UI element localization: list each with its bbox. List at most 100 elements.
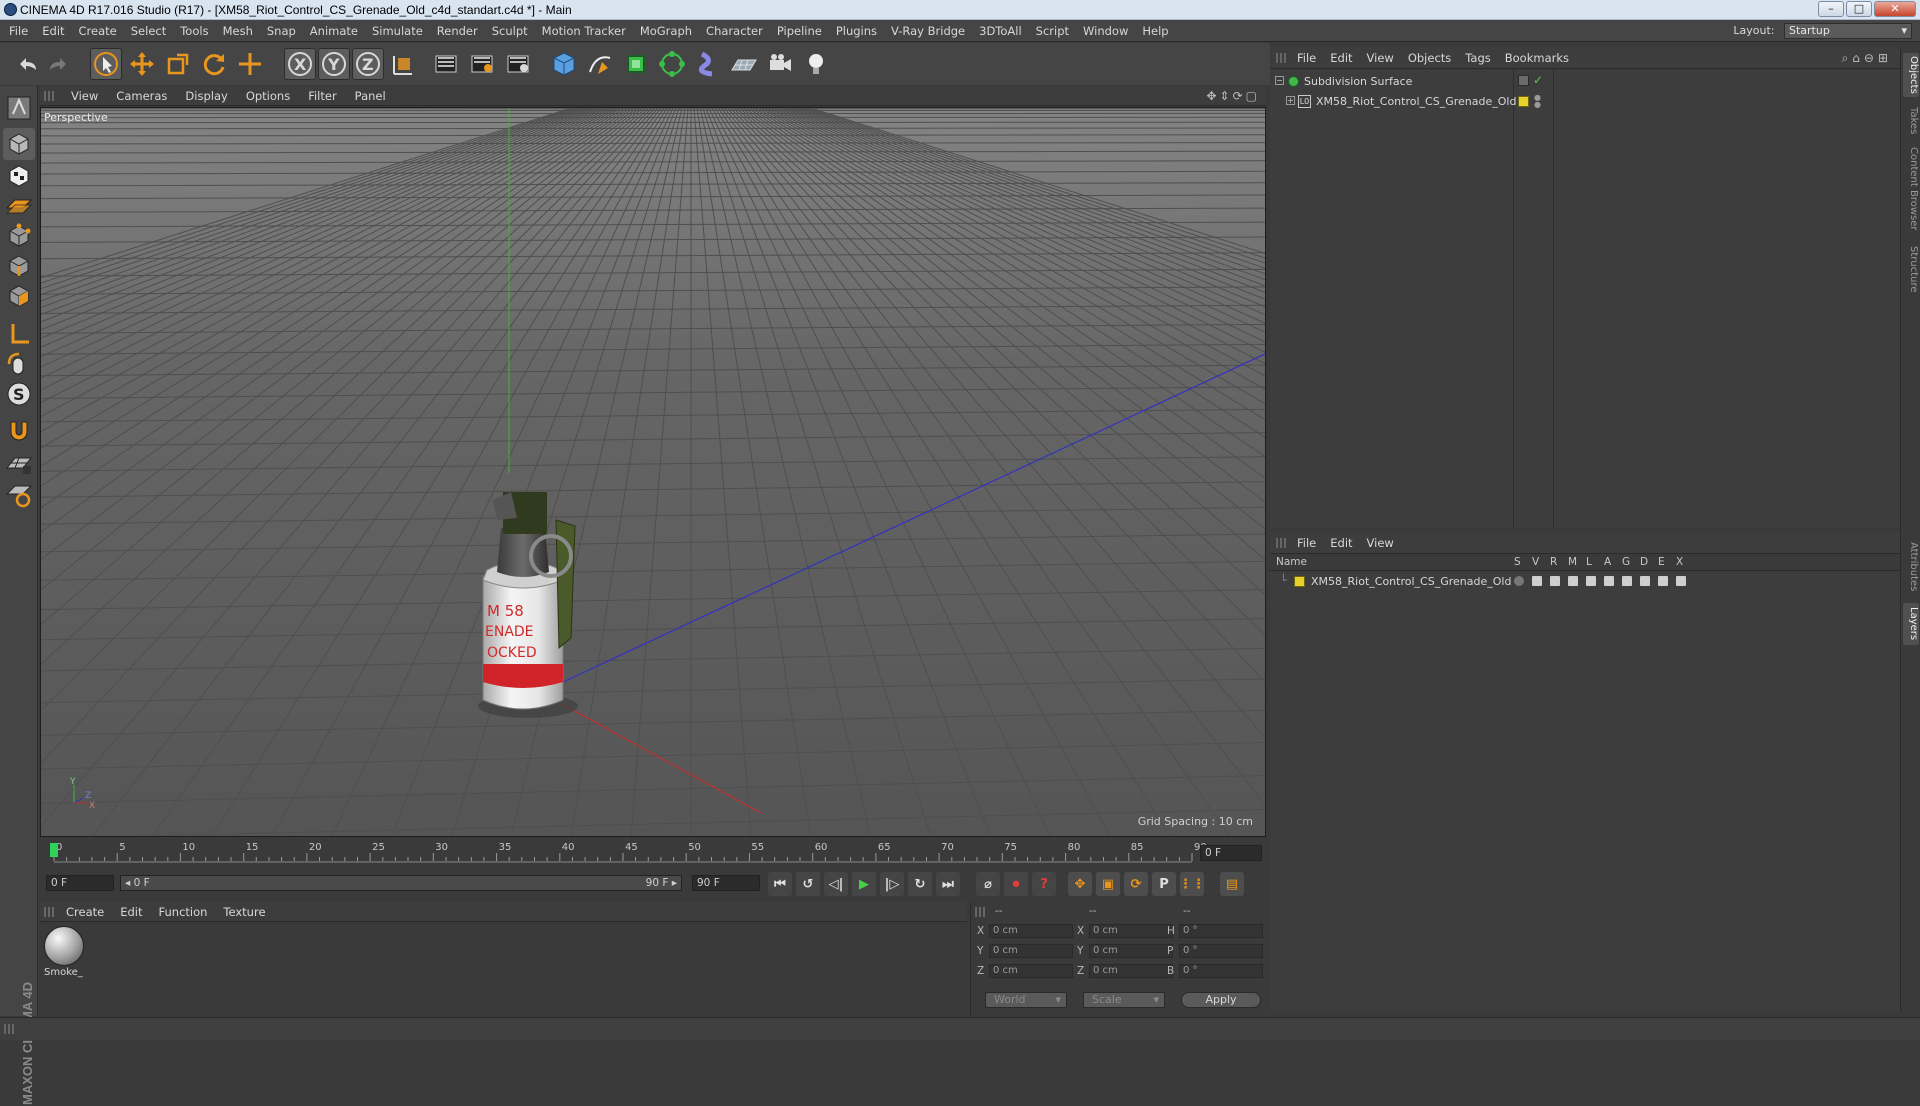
size-mode-dropdown[interactable]: Scale▾ (1083, 992, 1165, 1008)
step-back-button[interactable]: ◁| (824, 872, 848, 896)
layer-toggle-v-icon[interactable] (1532, 576, 1542, 586)
menu-create[interactable]: Create (72, 20, 124, 42)
camera-tool[interactable] (764, 48, 796, 80)
workplane-lock-button[interactable] (3, 478, 35, 510)
visibility-dots-icon[interactable] (1518, 75, 1529, 86)
object-row-grenade[interactable]: + L0 XM58_Riot_Control_CS_Grenade_Old ●● (1270, 92, 1900, 112)
menu-mograph[interactable]: MoGraph (633, 20, 699, 42)
menu-animate[interactable]: Animate (303, 20, 365, 42)
light-tool[interactable] (800, 48, 832, 80)
panel-grip-icon[interactable] (44, 907, 54, 917)
tab-structure[interactable]: Structure (1903, 241, 1919, 297)
menu-plugins[interactable]: Plugins (829, 20, 884, 42)
layer-row[interactable]: └ XM58_Riot_Control_CS_Grenade_Old (1270, 572, 1900, 592)
cube-tool[interactable] (548, 48, 580, 80)
layer-column-v[interactable]: V (1532, 556, 1539, 568)
layer-toggle-e-icon[interactable] (1658, 576, 1668, 586)
rotation-field[interactable]: 0 ° (1179, 924, 1263, 938)
viewport-menu-options[interactable]: Options (237, 86, 299, 106)
key-param-button[interactable]: P (1152, 872, 1176, 896)
object-row-subdivision-surface[interactable]: − Subdivision Surface ✓ (1270, 72, 1900, 92)
perspective-viewport[interactable]: M 58 ENADE OCKED Y Z X Perspective Grid … (40, 107, 1266, 837)
motion-record-button[interactable]: ⌀ (976, 872, 1000, 896)
layer-toggle-x-icon[interactable] (1676, 576, 1686, 586)
collapse-icon[interactable]: − (1275, 76, 1284, 85)
layer-column-x[interactable]: X (1676, 556, 1683, 568)
redo-tool[interactable] (44, 48, 76, 80)
panel-grip-icon[interactable] (44, 91, 54, 101)
go-to-prev-key-button[interactable]: ↺ (796, 872, 820, 896)
layer-menu-edit[interactable]: Edit (1323, 532, 1359, 554)
menu-3dtoall[interactable]: 3DToAll (972, 20, 1029, 42)
menu-window[interactable]: Window (1076, 20, 1135, 42)
tab-attributes[interactable]: Attributes (1903, 537, 1919, 597)
menu-tools[interactable]: Tools (173, 20, 215, 42)
frame-range-slider[interactable]: ◂ 0 F 90 F ▸ (120, 875, 682, 891)
layer-toggle-r-icon[interactable] (1550, 576, 1560, 586)
object-menu-objects[interactable]: Objects (1401, 47, 1458, 69)
end-frame-field[interactable]: 90 F (692, 875, 760, 891)
layer-column-m[interactable]: M (1568, 556, 1577, 568)
menu-edit[interactable]: Edit (35, 20, 71, 42)
axis-mode-button[interactable] (3, 318, 35, 350)
layer-column-r[interactable]: R (1550, 556, 1557, 568)
floor-tool[interactable] (728, 48, 760, 80)
workplane-button[interactable] (3, 190, 35, 222)
go-to-start-button[interactable]: ⏮ (768, 872, 792, 896)
layer-color-swatch[interactable] (1294, 576, 1305, 587)
go-to-end-button[interactable]: ⏭ (936, 872, 960, 896)
material-menu-edit[interactable]: Edit (112, 902, 150, 922)
layer-column-s[interactable]: S (1514, 556, 1521, 568)
menu-file[interactable]: File (2, 20, 35, 42)
edges-mode-button[interactable] (3, 250, 35, 282)
layer-column-d[interactable]: D (1640, 556, 1648, 568)
array-tool[interactable] (656, 48, 688, 80)
viewport-nav-icons[interactable]: ✥⇕⟳▢ (1206, 89, 1260, 103)
apply-button[interactable]: Apply (1181, 992, 1261, 1008)
layer-column-e[interactable]: E (1658, 556, 1665, 568)
viewport-menu-display[interactable]: Display (176, 86, 236, 106)
position-field[interactable]: 0 cm (989, 964, 1073, 978)
layer-column-g[interactable]: G (1622, 556, 1630, 568)
object-menu-file[interactable]: File (1290, 47, 1323, 69)
menu-script[interactable]: Script (1029, 20, 1076, 42)
render-view-tool[interactable] (430, 48, 462, 80)
key-pla-button[interactable]: ⋮⋮ (1180, 872, 1204, 896)
layer-column-l[interactable]: L (1586, 556, 1592, 568)
viewport-menu-filter[interactable]: Filter (299, 86, 345, 106)
current-frame-field[interactable]: 0 F (1200, 845, 1262, 861)
size-field[interactable]: 0 cm (1089, 924, 1173, 938)
start-frame-field[interactable]: 0 F (46, 875, 114, 891)
expand-icon[interactable]: + (1286, 96, 1295, 105)
material-swatch[interactable]: Smoke_ (44, 926, 86, 978)
scale-tool[interactable] (162, 48, 194, 80)
make-editable-button[interactable] (3, 92, 35, 124)
magnet-button[interactable] (3, 414, 35, 446)
layer-column-a[interactable]: A (1604, 556, 1611, 568)
auto-key-button[interactable]: ? (1032, 872, 1056, 896)
close-button[interactable]: ✕ (1874, 1, 1916, 17)
play-button[interactable]: ▶ (852, 872, 876, 896)
tab-objects[interactable]: Objects (1903, 53, 1919, 97)
polygons-mode-button[interactable] (3, 280, 35, 312)
key-rotation-button[interactable]: ⟳ (1124, 872, 1148, 896)
size-field[interactable]: 0 cm (1089, 964, 1173, 978)
viewport-menu-view[interactable]: View (62, 86, 107, 106)
rotation-field[interactable]: 0 ° (1179, 944, 1263, 958)
render-picture-viewer-tool[interactable] (466, 48, 498, 80)
y-axis-tool[interactable]: Y (318, 48, 350, 80)
points-mode-button[interactable] (3, 220, 35, 252)
material-menu-create[interactable]: Create (58, 902, 112, 922)
model-mode-button[interactable] (3, 128, 35, 160)
edit-render-settings-tool[interactable] (502, 48, 534, 80)
menu-v-ray-bridge[interactable]: V-Ray Bridge (884, 20, 972, 42)
tab-layers[interactable]: Layers (1903, 603, 1919, 645)
layer-column-name[interactable]: Name (1276, 556, 1307, 568)
go-to-next-key-button[interactable]: ↻ (908, 872, 932, 896)
playhead-marker[interactable] (50, 843, 58, 857)
layer-toggle-m-icon[interactable] (1568, 576, 1578, 586)
layer-color-swatch[interactable] (1518, 96, 1529, 107)
menu-mesh[interactable]: Mesh (216, 20, 260, 42)
maximize-button[interactable]: □ (1846, 1, 1872, 17)
grid-lock-button[interactable] (3, 448, 35, 480)
